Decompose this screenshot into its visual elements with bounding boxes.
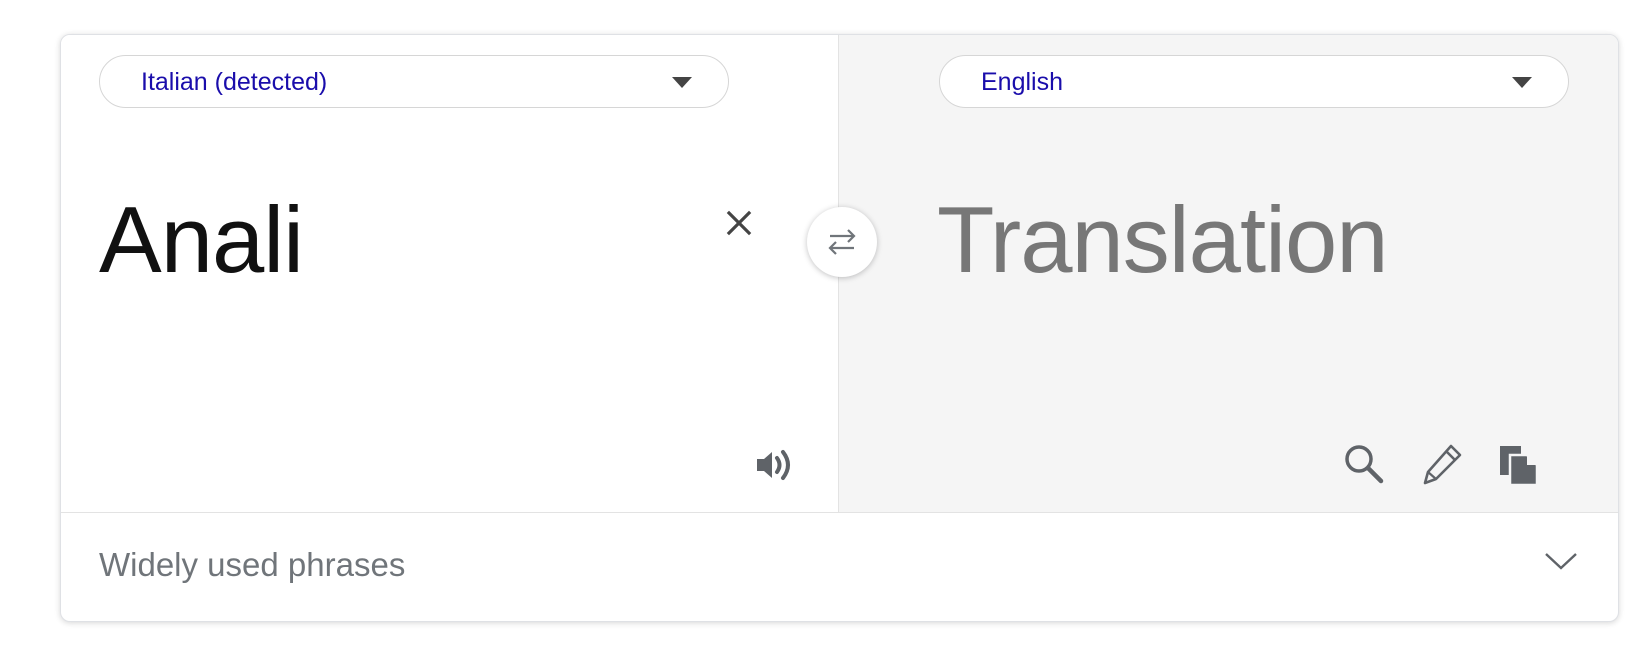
source-text-input[interactable]: Anali [99,185,304,295]
swap-arrows-icon [828,229,856,255]
target-language-select[interactable]: English [939,55,1569,108]
phrases-label: Widely used phrases [99,546,406,583]
translate-widget: Italian (detected) Anali English Transla… [60,34,1619,622]
swap-languages-button[interactable] [807,207,877,277]
caret-down-icon [672,77,692,88]
chevron-down-icon [1544,551,1578,576]
close-icon[interactable] [723,207,755,239]
source-language-label: Italian (detected) [141,68,328,96]
translation-panels: Italian (detected) Anali English Transla… [61,35,1618,513]
target-panel: English Translation [839,35,1618,512]
source-language-select[interactable]: Italian (detected) [99,55,729,108]
translation-output: Translation [937,187,1389,292]
speaker-icon[interactable] [751,441,799,489]
search-icon[interactable] [1341,441,1387,489]
source-panel: Italian (detected) Anali [61,35,839,512]
widely-used-phrases-expander[interactable]: Widely used phrases [61,513,1618,621]
caret-down-icon [1512,77,1532,88]
pencil-icon[interactable] [1419,441,1465,489]
copy-icon[interactable] [1495,441,1541,489]
target-language-label: English [981,68,1063,96]
